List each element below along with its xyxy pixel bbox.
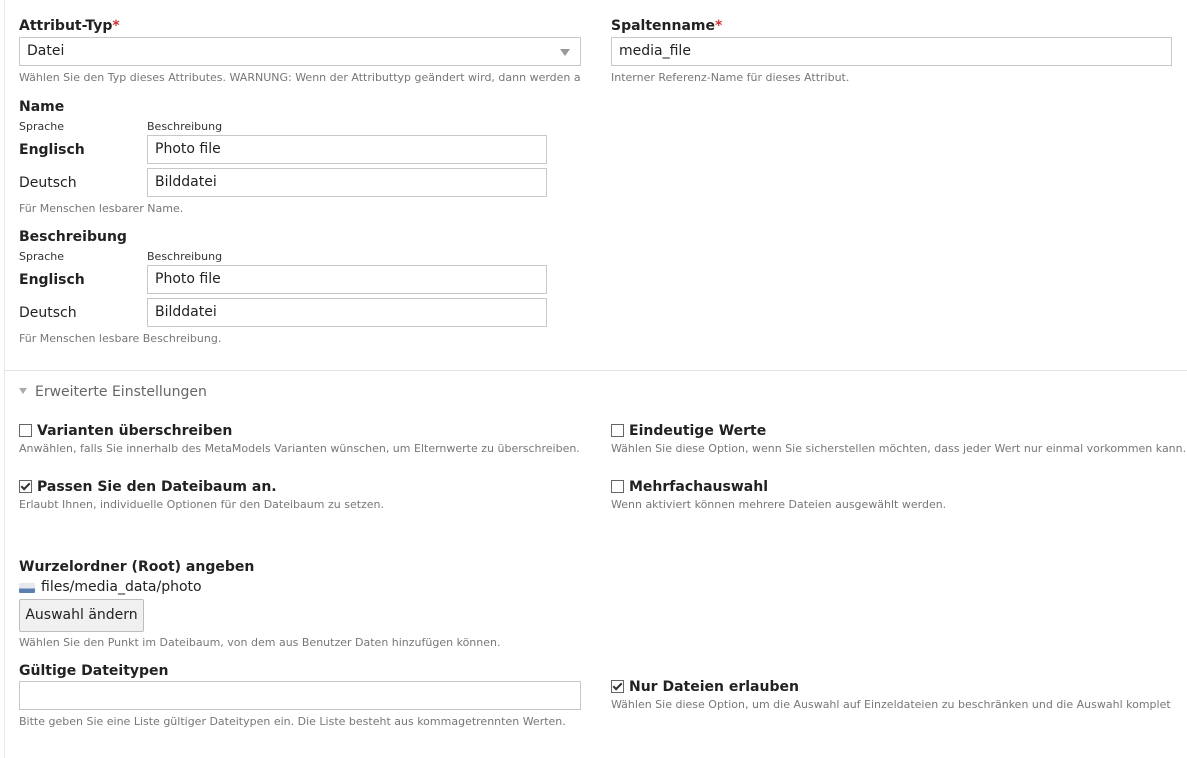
name-section-label: Name <box>19 99 65 115</box>
name-hint: Für Menschen lesbarer Name. <box>19 202 184 215</box>
required-mark: * <box>715 18 723 34</box>
customize-filetree-hint: Erlaubt Ihnen, individuelle Optionen für… <box>19 498 385 511</box>
description-englisch-input[interactable]: Photo file <box>147 265 547 294</box>
attribute-type-value: Datei <box>27 43 65 59</box>
root-folder-hint: Wählen Sie den Punkt im Dateibaum, von d… <box>19 636 501 649</box>
attribute-type-select[interactable]: Datei <box>19 37 581 66</box>
name-col-language: Sprache <box>19 120 65 133</box>
column-name-input[interactable]: media_file <box>611 37 1172 66</box>
collapse-triangle-icon <box>19 388 27 394</box>
customize-filetree-checkbox[interactable] <box>19 480 32 493</box>
files-only-label[interactable]: Nur Dateien erlauben <box>629 679 799 695</box>
variant-override-label[interactable]: Varianten überschreiben <box>37 423 232 439</box>
change-selection-button[interactable]: Auswahl ändern <box>19 599 144 632</box>
unique-values-hint: Wählen Sie diese Option, wenn Sie sicher… <box>611 442 1187 455</box>
customize-filetree-label[interactable]: Passen Sie den Dateibaum an. <box>37 479 277 495</box>
description-deutsch-input[interactable]: Bilddatei <box>147 298 547 327</box>
advanced-settings-legend: Erweiterte Einstellungen <box>35 384 207 400</box>
folder-icon <box>19 583 35 593</box>
description-section-label: Beschreibung <box>19 229 127 245</box>
multiple-selection-checkbox[interactable] <box>611 480 624 493</box>
multiple-selection-label[interactable]: Mehrfachauswahl <box>629 479 768 495</box>
description-col-description: Beschreibung <box>147 250 223 263</box>
description-lang-deutsch: Deutsch <box>19 305 77 321</box>
attribute-type-label: Attribut-Typ* <box>19 18 120 34</box>
dropdown-arrow-icon <box>560 49 570 56</box>
files-only-checkbox[interactable] <box>611 680 624 693</box>
name-englisch-input[interactable]: Photo file <box>147 135 547 164</box>
valid-filetypes-hint: Bitte geben Sie eine Liste gültiger Date… <box>19 715 566 728</box>
required-mark: * <box>112 18 120 34</box>
advanced-settings-toggle[interactable]: Erweiterte Einstellungen <box>19 384 207 400</box>
unique-values-checkbox[interactable] <box>611 424 624 437</box>
description-hint: Für Menschen lesbare Beschreibung. <box>19 332 222 345</box>
checkmark-icon <box>20 480 31 491</box>
column-name-hint: Interner Referenz-Name für dieses Attrib… <box>611 71 850 84</box>
name-col-description: Beschreibung <box>147 120 223 133</box>
left-border <box>4 0 5 758</box>
name-lang-englisch: Englisch <box>19 142 85 158</box>
unique-values-label[interactable]: Eindeutige Werte <box>629 423 766 439</box>
column-name-label: Spaltenname* <box>611 18 723 34</box>
description-col-language: Sprache <box>19 250 65 263</box>
attribute-type-hint: Wählen Sie den Typ dieses Attributes. WA… <box>19 71 581 84</box>
root-folder-path: files/media_data/photo <box>41 579 202 595</box>
files-only-hint: Wählen Sie diese Option, um die Auswahl … <box>611 698 1171 711</box>
multiple-selection-hint: Wenn aktiviert können mehrere Dateien au… <box>611 498 947 511</box>
checkmark-icon <box>612 680 623 691</box>
valid-filetypes-input[interactable] <box>19 681 581 710</box>
name-lang-deutsch: Deutsch <box>19 175 77 191</box>
description-lang-englisch: Englisch <box>19 272 85 288</box>
root-folder-label: Wurzelordner (Root) angeben <box>19 559 255 575</box>
variant-override-hint: Anwählen, falls Sie innerhalb des MetaMo… <box>19 442 580 455</box>
variant-override-checkbox[interactable] <box>19 424 32 437</box>
name-deutsch-input[interactable]: Bilddatei <box>147 168 547 197</box>
section-divider <box>5 370 1187 371</box>
valid-filetypes-label: Gültige Dateitypen <box>19 663 169 679</box>
